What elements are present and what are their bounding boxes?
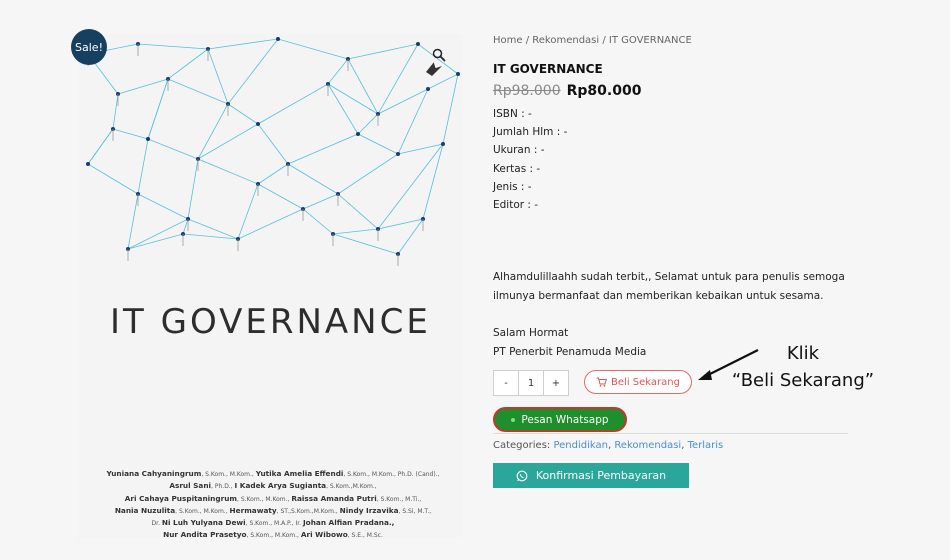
author-degree: , Ph.D., — [211, 483, 235, 491]
product-image[interactable] — [78, 34, 463, 539]
author-degree: , S.Kom., M.A.P., Ir. — [245, 520, 303, 528]
author-line: Yuniana Cahyaningrum, S.Kom., M.Kom., Yu… — [95, 468, 451, 480]
sale-badge: Sale! — [71, 29, 107, 65]
quantity-plus-button[interactable]: + — [544, 371, 568, 395]
author-degree: , S.Kom.,M.Kom., — [326, 483, 377, 491]
greeting-line: Salam Hormat — [493, 327, 569, 339]
cart-icon — [596, 377, 607, 387]
author-name: Ari Cahaya Puspitaningrum — [124, 493, 237, 503]
cover-authors: Yuniana Cahyaningrum, S.Kom., M.Kom., Yu… — [95, 468, 451, 542]
category-link-pendidikan[interactable]: Pendidikan — [553, 440, 608, 451]
network-illustration — [86, 37, 460, 266]
breadcrumb-separator: / — [522, 35, 533, 46]
whatsapp-order-button[interactable]: Pesan Whatsapp — [493, 407, 627, 432]
old-price: Rp98.000 — [493, 83, 561, 99]
quantity-input[interactable]: 1 — [518, 371, 544, 395]
author-name: I Kadek Arya Sugianta — [234, 481, 327, 491]
attribute-pages: Jumlah Hlm : - — [493, 126, 568, 139]
author-name: Ni Luh Yulyana Dewi — [161, 518, 246, 528]
author-name: Hermawaty — [229, 505, 277, 515]
attribute-editor: Editor : - — [493, 199, 539, 212]
author-line: Nur Andita Prasetyo, S.Kom., M.Kom., Ari… — [95, 529, 451, 541]
product-description: Alhamdulillaahh sudah terbit,, Selamat u… — [493, 268, 853, 305]
product-price: Rp98.000 Rp80.000 — [493, 83, 641, 99]
payment-confirmation-button[interactable]: Konfirmasi Pembayaran — [493, 463, 689, 488]
quantity-stepper: - 1 + — [493, 370, 569, 396]
annotation-line: “Beli Sekarang” — [731, 370, 875, 391]
category-link-terlaris[interactable]: Terlaris — [688, 440, 724, 451]
breadcrumb-category[interactable]: Rekomendasi — [532, 35, 599, 46]
whatsapp-icon — [516, 470, 528, 481]
attribute-type: Jenis : - — [493, 180, 532, 193]
cursor-icon — [422, 58, 444, 80]
annotation-line: Klik — [786, 343, 820, 364]
payment-confirmation-label: Konfirmasi Pembayaran — [535, 469, 667, 482]
description-line: ilmunya bermanfaat dan memberikan kebaik… — [493, 289, 824, 302]
author-name: Nindy Irzavika — [339, 505, 399, 515]
new-price: Rp80.000 — [566, 83, 642, 99]
quantity-minus-button[interactable]: - — [494, 371, 518, 395]
author-name: Yuniana Cahyaningrum — [106, 469, 202, 478]
author-degree: , S.Kom., M.Ti., — [376, 495, 422, 503]
author-degree: , S.Kom., M.Kom., — [237, 495, 292, 503]
attribute-size: Ukuran : - — [493, 144, 545, 157]
author-degree: , S.Kom., M.Kom., — [175, 507, 230, 515]
publisher-name: PT Penerbit Penamuda Media — [493, 345, 647, 358]
product-categories: Categories: Pendidikan, Rekomendasi, Ter… — [493, 440, 724, 451]
author-line: Asrul Sani, Ph.D., I Kadek Arya Sugianta… — [95, 480, 451, 492]
breadcrumb-home[interactable]: Home — [493, 35, 523, 46]
product-title: IT GOVERNANCE — [493, 62, 603, 76]
cover-title: IT GOVERNANCE — [110, 302, 431, 342]
attribute-paper: Kertas : - — [493, 162, 541, 175]
author-line: Ari Cahaya Puspitaningrum, S.Kom., M.Kom… — [95, 493, 451, 505]
author-name: Nur Andita Prasetyo — [163, 530, 247, 540]
author-name: Ari Wibowo — [300, 530, 348, 540]
attribute-isbn: ISBN : - — [493, 108, 532, 120]
author-name: Nania Nuzulita — [114, 505, 176, 515]
breadcrumb: Home / Rekomendasi / IT GOVERNANCE — [493, 35, 692, 46]
greeting: Salam Hormat PT Penerbit Penamuda Media — [493, 324, 646, 361]
breadcrumb-separator: / — [599, 35, 609, 46]
buy-now-label: Beli Sekarang — [611, 376, 680, 388]
author-degree: , S.Kom., M.Kom., Ph.D. (Cand)., — [343, 471, 440, 478]
product-attributes: ISBN : - Jumlah Hlm : - Ukuran : - Kerta… — [493, 105, 567, 214]
author-name: Johan Alfian Pradana., — [302, 518, 395, 528]
buy-now-button[interactable]: Beli Sekarang — [584, 370, 692, 394]
whatsapp-order-label: Pesan Whatsapp — [521, 413, 609, 426]
author-degree: , ST.,S.Kom.,M.Kom., — [276, 507, 340, 515]
category-link-rekomendasi[interactable]: Rekomendasi — [614, 440, 681, 451]
author-degree: Dr. — [151, 520, 162, 528]
author-name: Asrul Sani — [169, 481, 212, 491]
author-name: Raissa Amanda Putri — [291, 493, 377, 503]
author-degree: , S.Si, M.T., — [398, 507, 432, 515]
description-line: Alhamdulillaahh sudah terbit,, Selamat u… — [493, 271, 845, 283]
categories-label: Categories: — [493, 440, 554, 451]
author-line: Dr. Ni Luh Yulyana Dewi, S.Kom., M.A.P.,… — [95, 517, 451, 529]
author-degree: , S.Kom., M.Kom., — [246, 532, 301, 540]
author-line: Nania Nuzulita, S.Kom., M.Kom., Hermawat… — [95, 505, 451, 517]
author-name: Yutika Amelia Effendi — [255, 469, 344, 478]
breadcrumb-current: IT GOVERNANCE — [608, 35, 692, 46]
author-degree: , S.E., M.Sc. — [347, 532, 383, 540]
annotation-text: Klik “Beli Sekarang” — [723, 340, 883, 394]
whatsapp-dot-icon — [511, 417, 516, 422]
divider — [493, 433, 848, 434]
author-degree: , S.Kom., M.Kom., — [201, 471, 256, 478]
